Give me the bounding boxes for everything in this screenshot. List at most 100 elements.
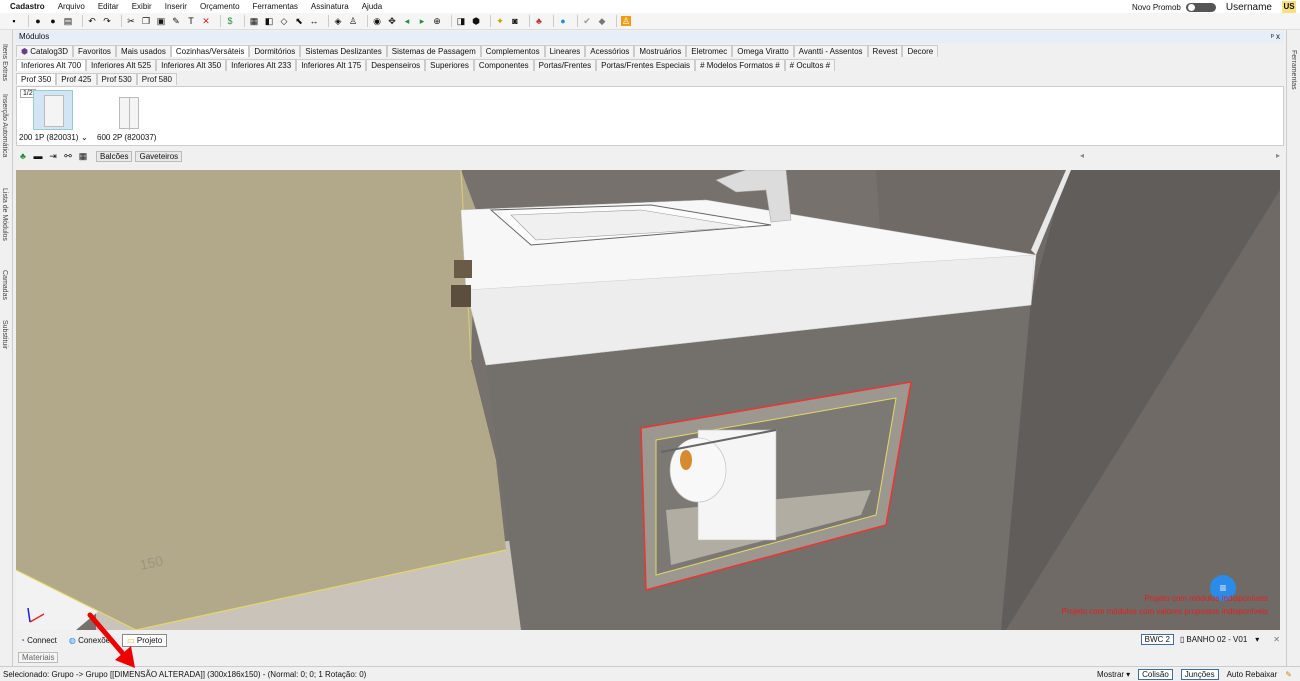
module-item[interactable] — [33, 90, 73, 130]
tab-prof-425[interactable]: Prof 425 — [56, 73, 97, 85]
tab-complementos[interactable]: Complementos — [480, 45, 545, 57]
chevron-down-icon[interactable]: ▾ — [1126, 670, 1130, 679]
budget-icon[interactable]: $ — [225, 16, 235, 26]
shape-icon[interactable]: ◇ — [279, 16, 289, 26]
bwc-button[interactable]: BWC 2 — [1140, 634, 1174, 645]
tab-inferiores-700[interactable]: Inferiores Alt 700 — [16, 59, 87, 71]
tab-dormitorios[interactable]: Dormitórios — [249, 45, 301, 57]
tab-sistemas-passagem[interactable]: Sistemas de Passagem — [386, 45, 481, 57]
tab-favoritos[interactable]: Favoritos — [73, 45, 116, 57]
cube-icon[interactable]: ⬢ — [471, 16, 481, 26]
tab-inferiores-350[interactable]: Inferiores Alt 350 — [156, 59, 227, 71]
person-icon[interactable]: ♙ — [348, 16, 358, 26]
tab-catalog3d[interactable]: Catalog3D — [16, 45, 74, 57]
colisao-toggle[interactable]: Colisão — [1138, 669, 1173, 680]
tab-prof-350[interactable]: Prof 350 — [16, 73, 57, 85]
move-left-icon[interactable]: ◂ — [402, 16, 412, 26]
tab-mais-usados[interactable]: Mais usados — [115, 45, 171, 57]
camera-icon[interactable]: ◙ — [510, 16, 520, 26]
line-tool-icon[interactable]: ▬ — [33, 151, 43, 161]
redo-icon[interactable]: ↷ — [102, 16, 112, 26]
module-item-label[interactable]: 200 1P (820031) — [19, 133, 78, 142]
tab-eletromec[interactable]: Eletromec — [686, 45, 733, 57]
module-item-label[interactable]: 600 2P (820037) — [97, 133, 156, 142]
tab-prof-580[interactable]: Prof 580 — [136, 73, 177, 85]
tab-modelos-formatos[interactable]: # Modelos Formatos # — [695, 59, 785, 71]
grid-icon[interactable]: ▦ — [78, 151, 88, 161]
users-icon[interactable]: ♣ — [534, 16, 544, 26]
scroll-left-icon[interactable]: ◂ — [1080, 151, 1084, 160]
scroll-right-icon[interactable]: ▸ — [1276, 151, 1280, 160]
menu-cadastro[interactable]: Cadastro — [10, 2, 45, 11]
avatar[interactable]: US — [1282, 1, 1296, 13]
wand-icon[interactable]: ✦ — [495, 16, 505, 26]
tab-inferiores-233[interactable]: Inferiores Alt 233 — [226, 59, 297, 71]
menu-ferramentas[interactable]: Ferramentas — [253, 2, 298, 11]
menu-exibir[interactable]: Exibir — [132, 2, 152, 11]
shield-icon[interactable]: ◆ — [597, 16, 607, 26]
tab-inferiores-525[interactable]: Inferiores Alt 525 — [86, 59, 157, 71]
tab-avantti-assentos[interactable]: Avantti - Assentos — [793, 45, 868, 57]
tab-portas-frentes[interactable]: Portas/Frentes — [533, 59, 597, 71]
tab-cozinhas-versateis[interactable]: Cozinhas/Versáteis — [170, 45, 250, 57]
pin-close-icon[interactable]: ᵖ x — [1271, 31, 1280, 43]
menu-inserir[interactable]: Inserir — [165, 2, 187, 11]
select-cursor-icon[interactable]: ⬉ — [294, 16, 304, 26]
pan-icon[interactable]: ✥ — [387, 16, 397, 26]
menu-arquivo[interactable]: Arquivo — [58, 2, 85, 11]
side-tab-insercao-automatica[interactable]: Inserção Automática — [1, 94, 8, 157]
tab-sistemas-deslizantes[interactable]: Sistemas Deslizantes — [300, 45, 387, 57]
print-icon[interactable]: ▤ — [63, 16, 73, 26]
check-icon[interactable]: ✔ — [582, 16, 592, 26]
menu-editar[interactable]: Editar — [98, 2, 119, 11]
side-tab-camadas[interactable]: Camadas — [1, 270, 8, 300]
side-tab-substituir[interactable]: Substituir — [1, 320, 8, 349]
tab-acessorios[interactable]: Acessórios — [585, 45, 635, 57]
side-tab-ferramentas[interactable]: Ferramentas — [1290, 50, 1297, 90]
menu-orcamento[interactable]: Orçamento — [200, 2, 240, 11]
materials-tab[interactable]: Materiais — [18, 652, 59, 663]
tab-portas-frentes-especiais[interactable]: Portas/Frentes Especiais — [596, 59, 696, 71]
menu-ajuda[interactable]: Ajuda — [362, 2, 382, 11]
fill-icon[interactable]: ◧ — [264, 16, 274, 26]
import-icon[interactable]: ⇥ — [48, 151, 58, 161]
tab-revest[interactable]: Revest — [867, 45, 903, 57]
render-icon[interactable]: ● — [33, 16, 43, 26]
layer-icon[interactable]: ◈ — [333, 16, 343, 26]
binoculars-icon[interactable]: ⚯ — [63, 151, 73, 161]
chevron-down-icon[interactable]: ⌄ — [81, 133, 88, 142]
measure-icon[interactable]: ↔ — [309, 16, 319, 26]
undo-icon[interactable]: ↶ — [87, 16, 97, 26]
delete-icon[interactable]: ✕ — [201, 16, 211, 26]
render-alt-icon[interactable]: ● — [48, 16, 58, 26]
move-right-icon[interactable]: ▸ — [417, 16, 427, 26]
side-tab-lista-modulos[interactable]: Lista de Módulos — [1, 188, 8, 241]
view-eye-icon[interactable]: ◉ — [372, 16, 382, 26]
tab-balcoes[interactable]: Balcões — [96, 150, 133, 162]
mostrar-dropdown[interactable]: Mostrar — [1097, 670, 1124, 679]
tab-mostruarios[interactable]: Mostruários — [634, 45, 687, 57]
perspective-icon[interactable]: ◨ — [456, 16, 466, 26]
chevron-down-icon[interactable]: ▾ — [1255, 635, 1259, 644]
chat-icon[interactable]: ● — [558, 16, 568, 26]
tab-ocultos[interactable]: # Ocultos # — [784, 59, 836, 71]
copy-icon[interactable]: ❐ — [141, 16, 151, 26]
juncoes-toggle[interactable]: Junções — [1180, 669, 1219, 680]
paste-icon[interactable]: ▣ — [156, 16, 166, 26]
save-icon[interactable]: ▪ — [9, 16, 19, 26]
tab-despenseiros[interactable]: Despenseiros — [366, 59, 426, 71]
tab-connect[interactable]: ◔ Connect — [16, 635, 61, 646]
menu-assinatura[interactable]: Assinatura — [311, 2, 349, 11]
close-icon[interactable]: ✕ — [1273, 635, 1280, 644]
brush-icon[interactable]: ✎ — [171, 16, 181, 26]
account-icon[interactable]: ♙ — [621, 16, 631, 26]
format-icon[interactable]: T — [186, 16, 196, 26]
novo-promob-toggle[interactable] — [1185, 2, 1216, 12]
layout-icon[interactable]: ▦ — [249, 16, 259, 26]
tab-omega-viratto[interactable]: Omega Viratto — [732, 45, 794, 57]
3d-viewport[interactable]: 150 ≡ Projeto com módulos indisponíveis … — [16, 170, 1280, 630]
auto-rebaixar-toggle[interactable]: Auto Rebaixar — [1227, 670, 1278, 679]
settings-icon[interactable]: ✎ — [1285, 670, 1292, 679]
tab-componentes[interactable]: Componentes — [473, 59, 534, 71]
tab-inferiores-175[interactable]: Inferiores Alt 175 — [296, 59, 367, 71]
